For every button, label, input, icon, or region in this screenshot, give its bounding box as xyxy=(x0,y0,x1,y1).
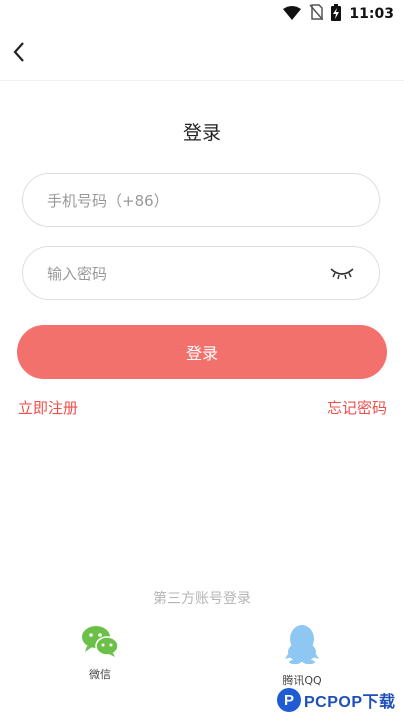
login-button-label: 登录 xyxy=(185,344,218,363)
password-field[interactable] xyxy=(22,246,380,301)
wechat-login-button[interactable]: 微信 xyxy=(60,624,140,682)
status-bar: 11:03 xyxy=(0,0,404,28)
phone-field[interactable] xyxy=(22,173,380,228)
back-button[interactable] xyxy=(4,38,34,70)
qq-icon xyxy=(285,625,319,668)
nav-bar xyxy=(0,28,404,81)
third-party-title: 第三方账号登录 xyxy=(153,591,251,607)
register-link[interactable]: 立即注册 xyxy=(18,397,78,418)
chevron-left-icon xyxy=(12,41,26,67)
forgot-password-link[interactable]: 忘记密码 xyxy=(327,397,387,418)
login-button[interactable]: 登录 xyxy=(17,325,387,379)
password-input[interactable] xyxy=(45,247,319,301)
qq-login-button[interactable]: 腾讯QQ xyxy=(262,624,342,688)
wechat-icon xyxy=(81,626,119,662)
closed-eye-icon[interactable] xyxy=(329,263,355,283)
page-title: 登录 xyxy=(182,122,221,144)
no-sim-icon xyxy=(309,4,324,24)
battery-charging-icon xyxy=(331,3,342,25)
wechat-label: 微信 xyxy=(89,668,111,681)
status-time: 11:03 xyxy=(349,6,394,22)
watermark-text: PCPOP下载 xyxy=(304,694,396,711)
phone-input[interactable] xyxy=(45,174,319,228)
wifi-icon xyxy=(283,5,302,24)
status-icons: 11:03 xyxy=(283,3,394,25)
watermark-logo: P PCPOP下载 xyxy=(277,684,402,716)
watermark-p-icon: P xyxy=(277,688,301,712)
